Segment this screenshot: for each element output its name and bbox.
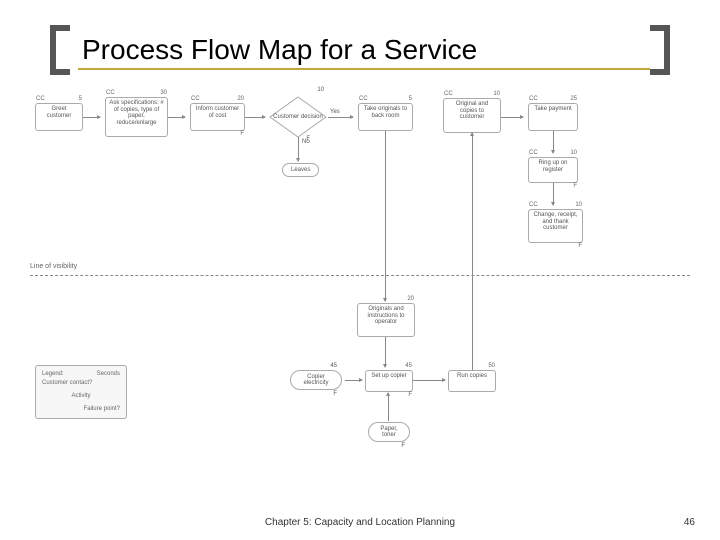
seconds-label: 10	[317, 87, 324, 93]
seconds-label: 45	[330, 363, 337, 369]
node-text: Set up copier	[371, 373, 406, 379]
node-text: Greet customer	[47, 106, 72, 119]
no-label: No	[302, 139, 310, 145]
failure-label: F	[573, 183, 577, 190]
node-setup-copier: 45 Set up copier F	[365, 370, 413, 392]
node-original-copies-to-customer: CC 10 Original and copies to customer	[443, 98, 501, 133]
node-text: Take originals to back room	[364, 106, 407, 119]
legend-failure: Failure point?	[42, 405, 120, 414]
node-ring-up-register: CC 10 Ring up on register F	[528, 157, 578, 183]
seconds-label: 5	[79, 96, 82, 103]
arrow-icon	[385, 337, 386, 367]
node-change-receipt-thank: CC 10 Change, receipt, and thank custome…	[528, 209, 583, 243]
footer-chapter: Chapter 5: Capacity and Location Plannin…	[0, 517, 720, 528]
failure-label: F	[578, 243, 582, 250]
cc-label: CC	[529, 202, 538, 209]
node-run-copies: 50 Run copies	[448, 370, 496, 392]
seconds-label: 20	[407, 296, 414, 303]
seconds-label: 5	[409, 96, 412, 103]
node-text: Inform customer of cost	[196, 106, 239, 119]
legend-title: Legend:	[42, 370, 64, 379]
yes-label: Yes	[330, 109, 340, 115]
legend-seconds: Seconds	[97, 370, 120, 379]
bracket-right-icon	[650, 25, 670, 75]
node-text: Change, receipt, and thank customer	[533, 212, 577, 231]
node-originals-to-operator: 20 Originals and instructions to operato…	[357, 303, 415, 337]
arrow-icon	[553, 183, 554, 205]
node-text: Ring up on register	[538, 160, 567, 173]
failure-label: F	[240, 131, 244, 138]
node-text: Customer decision	[268, 114, 328, 120]
arrow-icon	[345, 380, 362, 381]
arrow-icon	[385, 131, 386, 301]
page-number: 46	[684, 517, 695, 528]
node-text: Original and copies to customer	[456, 101, 488, 120]
node-text: Originals and instructions to operator	[367, 306, 404, 325]
seconds-label: 10	[570, 150, 577, 157]
arrow-icon	[328, 117, 353, 118]
cc-label: CC	[191, 96, 200, 103]
node-text: Take payment	[534, 106, 571, 112]
line-of-visibility-label: Line of visibility	[30, 263, 77, 270]
seconds-label: 30	[160, 90, 167, 97]
node-greet-customer: CC 5 Greet customer	[35, 103, 83, 131]
node-take-payment: CC 25 Take payment	[528, 103, 578, 131]
title-underline	[78, 68, 650, 70]
decision-customer: 10 Customer decision F	[268, 95, 328, 139]
arrow-icon	[501, 117, 523, 118]
failure-label: F	[408, 392, 412, 399]
seconds-label: 10	[575, 202, 582, 209]
arrow-icon	[413, 380, 445, 381]
arrow-icon	[245, 117, 265, 118]
seconds-label: 25	[570, 96, 577, 103]
line-of-visibility	[30, 275, 690, 276]
arrow-icon	[472, 133, 473, 381]
node-ask-specifications: CC 30 Ask specifications: # of copies, t…	[105, 97, 168, 137]
bracket-left-icon	[50, 25, 70, 75]
arrow-icon	[388, 393, 389, 421]
node-paper-toner: Paper, toner F	[368, 422, 410, 442]
cc-label: CC	[106, 90, 115, 97]
seconds-label: 45	[405, 363, 412, 370]
leaves-terminator: Leaves	[282, 163, 319, 177]
arrow-icon	[298, 137, 299, 161]
cc-label: CC	[529, 150, 538, 157]
seconds-label: 50	[488, 363, 495, 370]
legend-box: Legend: Seconds Customer contact? Activi…	[35, 365, 127, 419]
legend-cc: Customer contact?	[42, 379, 120, 388]
node-text: Paper, toner	[380, 426, 397, 438]
node-inform-cost: CC 20 Inform customer of cost F	[190, 103, 245, 131]
failure-label: F	[401, 443, 405, 449]
seconds-label: 10	[493, 91, 500, 98]
node-text: Copier electricity	[303, 374, 328, 386]
node-text: Ask specifications: # of copies, type of…	[109, 100, 163, 126]
node-text: Run copies	[457, 373, 487, 379]
failure-label: F	[333, 391, 337, 397]
node-text: Leaves	[291, 167, 310, 173]
page-title: Process Flow Map for a Service	[70, 34, 477, 66]
arrow-icon	[168, 117, 185, 118]
diagram-canvas: CC 5 Greet customer CC 30 Ask specificat…	[30, 95, 690, 500]
seconds-label: 20	[237, 96, 244, 103]
node-take-originals: CC 5 Take originals to back room	[358, 103, 413, 131]
arrow-icon	[553, 131, 554, 153]
cc-label: CC	[36, 96, 45, 103]
arrow-icon	[83, 117, 100, 118]
cc-label: CC	[444, 91, 453, 98]
legend-activity: Activity	[42, 392, 120, 401]
cc-label: CC	[359, 96, 368, 103]
cc-label: CC	[529, 96, 538, 103]
node-copier-electricity: 45 Copier electricity F	[290, 370, 342, 390]
